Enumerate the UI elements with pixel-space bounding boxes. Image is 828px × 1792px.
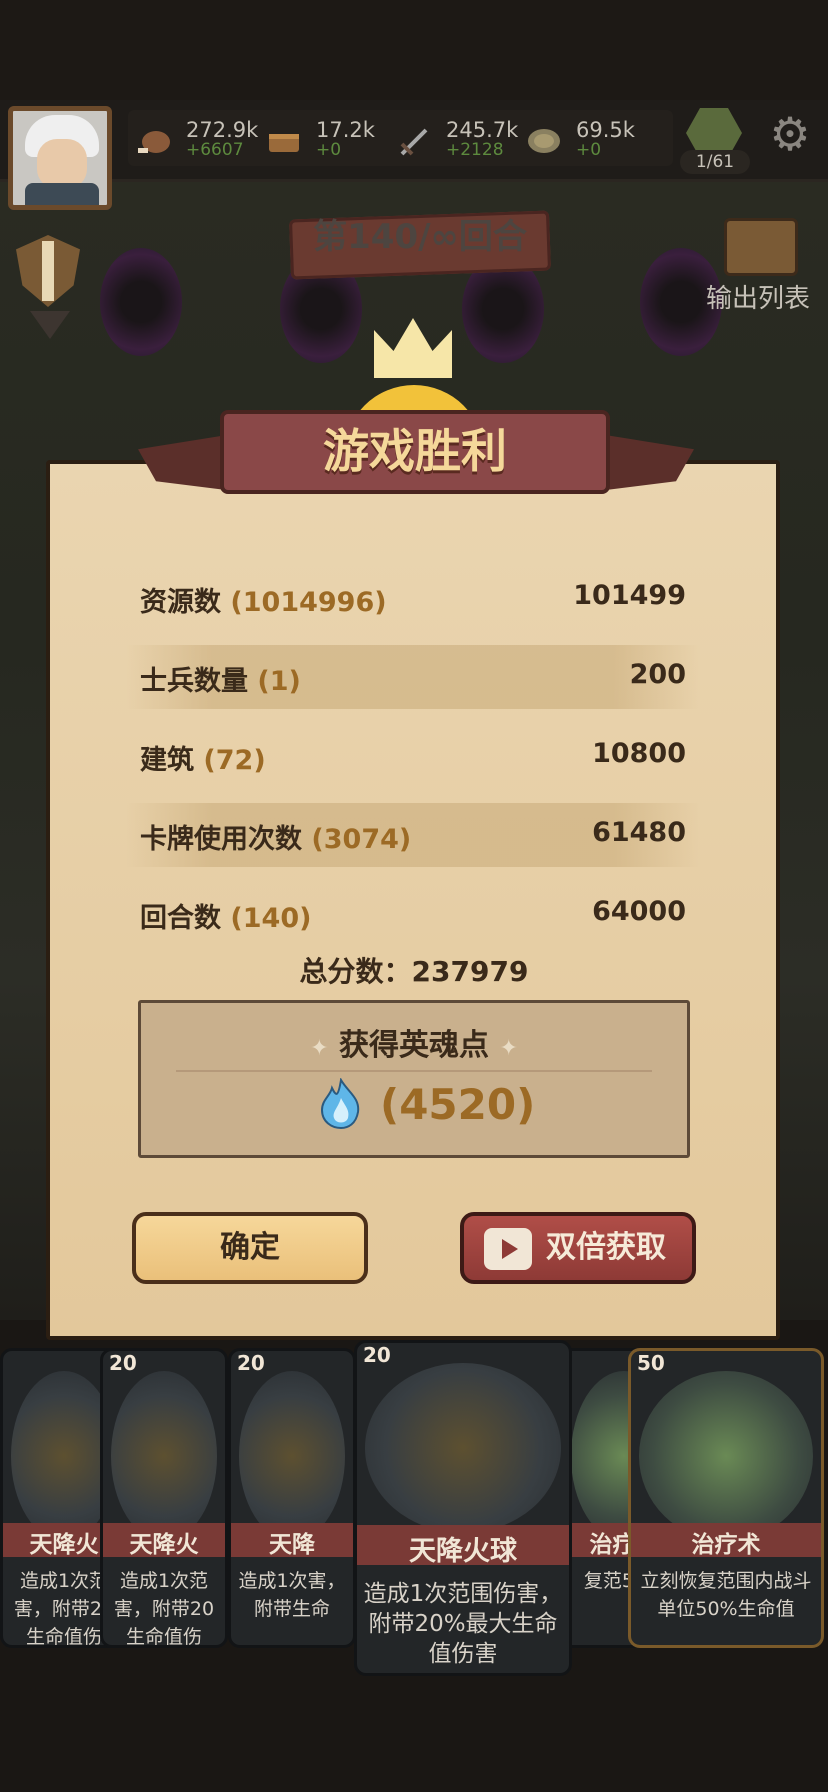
card-name: 天降火球 [409, 1536, 517, 1567]
sparkle-icon: ✦ [310, 1036, 329, 1061]
score-row-soldiers: 士兵数量 (1) 200 [126, 645, 700, 709]
card-description: 造成1次范围伤害，附带20%最大生命值伤害 [363, 1581, 563, 1667]
output-list-icon[interactable] [724, 218, 798, 276]
soul-points-value: (4520) [380, 1080, 536, 1129]
victory-title: 游戏胜利 [323, 424, 507, 478]
score-row-buildings: 建筑 (72) 10800 [126, 724, 700, 788]
score-row-cards: 卡牌使用次数 (3074) 61480 [126, 803, 700, 867]
bottom-background [0, 1660, 828, 1792]
fireball-icon [111, 1371, 217, 1541]
soul-points-header: ✦ 获得英魂点 ✦ [310, 1028, 518, 1063]
card[interactable]: 20 天降火 造成1次范害，附带20生命值伤 [100, 1348, 228, 1648]
row-label: 卡牌使用次数 (3074) [140, 824, 412, 855]
portal-left [100, 248, 182, 356]
row-value: 64000 [592, 896, 686, 927]
attack-delta: +2128 [446, 140, 504, 160]
stone-value: 69.5k [576, 118, 635, 142]
total-score: 总分数：237979 [299, 955, 529, 988]
sparkle-icon: ✦ [499, 1036, 518, 1061]
card[interactable]: 20 天降 造成1次害，附带生命 [228, 1348, 356, 1648]
row-value: 61480 [592, 817, 686, 848]
score-row-resources: 资源数 (1014996) 101499 [126, 566, 700, 630]
players-button[interactable]: 1/61 [680, 108, 750, 174]
avatar-face [37, 139, 87, 189]
avatar-body [25, 183, 99, 205]
row-label: 资源数 (1014996) [140, 587, 387, 618]
card-cost: 20 [363, 1343, 391, 1367]
sword-emblem-icon [42, 241, 54, 301]
fireball-icon [365, 1363, 561, 1533]
row-label: 士兵数量 (1) [140, 666, 301, 697]
card-description: 立刻恢复范围内战斗单位50%生命值 [640, 1570, 812, 1620]
meat-value: 272.9k [186, 118, 259, 142]
row-label: 建筑 (72) [140, 745, 266, 776]
wood-delta: +0 [316, 140, 342, 160]
card-description: 造成1次范害，附带20生命值伤 [113, 1570, 215, 1648]
player-avatar[interactable] [8, 106, 112, 210]
blue-flame-icon [320, 1078, 360, 1130]
card-cost: 20 [109, 1351, 137, 1375]
soul-divider [176, 1070, 652, 1072]
card-name: 天降 [269, 1532, 315, 1558]
row-label: 回合数 (140) [140, 903, 312, 934]
output-list-button[interactable]: 输出列表 [706, 278, 810, 315]
card-description: 造成1次害，附带生命 [238, 1570, 346, 1620]
chevron-down-icon [30, 311, 70, 339]
fireball-icon [239, 1371, 345, 1541]
meat-icon [138, 131, 170, 153]
card-selected[interactable]: 20 天降火球 造成1次范围伤害，附带20%最大生命值伤害 [354, 1340, 572, 1676]
card[interactable]: 50 治疗术 立刻恢复范围内战斗单位50%生命值 [628, 1348, 824, 1648]
double-reward-button[interactable]: 双倍获取 [460, 1212, 696, 1284]
wood-value: 17.2k [316, 118, 375, 142]
attack-emblem-button[interactable] [6, 235, 90, 343]
card-cost: 50 [637, 1351, 665, 1375]
players-count: 1/61 [680, 150, 750, 174]
score-row-rounds: 回合数 (140) 64000 [126, 882, 700, 946]
attack-value: 245.7k [446, 118, 519, 142]
card-cost: 20 [237, 1351, 265, 1375]
row-value: 200 [629, 659, 686, 690]
confirm-button[interactable]: 确定 [132, 1212, 368, 1284]
wood-icon [269, 134, 299, 152]
sword-icon [400, 128, 428, 156]
row-value: 10800 [592, 738, 686, 769]
card-name: 天降火 [129, 1532, 199, 1558]
row-value: 101499 [573, 580, 686, 611]
meat-delta: +6607 [186, 140, 244, 160]
card-name: 治疗术 [691, 1532, 761, 1558]
potion-icon [639, 1371, 813, 1541]
video-ad-icon [484, 1228, 532, 1270]
double-reward-label: 双倍获取 [546, 1230, 666, 1265]
round-counter: 第140/∞回合 [313, 217, 527, 257]
top-background [0, 0, 828, 100]
stone-delta: +0 [576, 140, 602, 160]
gear-icon[interactable]: ⚙ [766, 110, 814, 158]
resource-bar: 272.9k +6607 17.2k +0 245.7k +2128 69.5k… [128, 110, 673, 166]
stone-icon [528, 129, 560, 153]
